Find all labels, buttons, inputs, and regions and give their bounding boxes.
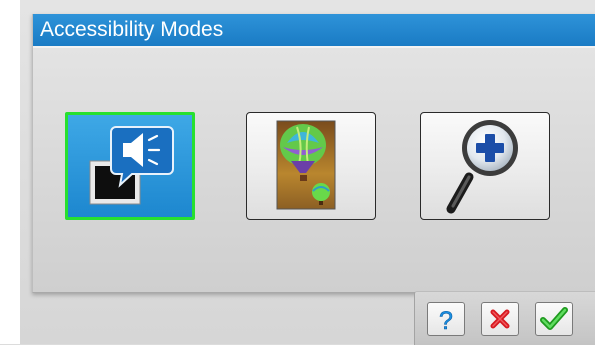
green-checkmark-icon (540, 307, 568, 330)
dialog-title-bar: Accessibility Modes (33, 14, 595, 48)
high-contrast-mode-tile[interactable] (246, 112, 376, 220)
cancel-button[interactable] (481, 302, 519, 336)
question-mark-icon: ? (439, 307, 454, 333)
magnifying-glass-plus-icon (446, 120, 518, 214)
left-margin (0, 0, 20, 344)
audio-description-mode-tile[interactable] (65, 112, 195, 220)
magnifier-mode-tile[interactable] (420, 112, 550, 220)
speaker-speech-bubble-icon (89, 126, 174, 205)
accessibility-modes-dialog: Accessibility Modes (32, 14, 595, 293)
confirm-button[interactable] (535, 302, 573, 336)
help-button[interactable]: ? (427, 302, 465, 336)
dialog-title: Accessibility Modes (40, 18, 224, 41)
hot-air-balloon-image-icon (276, 120, 336, 210)
svg-text:?: ? (439, 307, 453, 333)
dialog-toolbar: ? (414, 291, 595, 345)
red-x-icon (490, 309, 510, 329)
